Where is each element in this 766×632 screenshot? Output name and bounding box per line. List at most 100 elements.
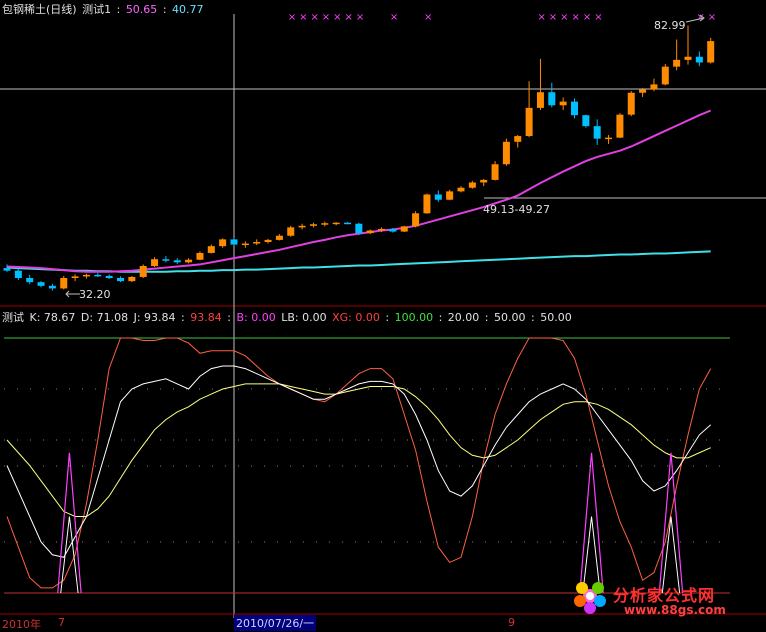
- signal-spike: [579, 452, 604, 594]
- candle-body: [684, 56, 692, 60]
- candle-body: [536, 92, 544, 108]
- signal-x-marker: ×: [356, 12, 364, 23]
- green-value: 100.00: [394, 311, 434, 324]
- red-value: 93.84: [190, 311, 222, 324]
- candle-body: [412, 213, 420, 227]
- candle-body: [400, 226, 408, 232]
- xg-value: XG: 0.00: [332, 311, 380, 324]
- candle-body: [219, 239, 227, 247]
- x-axis-month-7: 7: [58, 616, 65, 629]
- candle-body: [287, 227, 295, 236]
- separator: :: [162, 3, 167, 16]
- indicator-value-1: 50.65: [125, 3, 158, 16]
- candle-body: [60, 277, 68, 289]
- signal-x-marker: ×: [537, 12, 545, 23]
- candle-body: [491, 164, 499, 180]
- candle-body: [480, 179, 488, 183]
- candle-body: [582, 115, 590, 127]
- moving-average-long: [6, 250, 711, 273]
- candle-body: [162, 259, 170, 261]
- signal-x-marker: ×: [333, 12, 341, 23]
- watermark-url: www.88gs.com: [624, 603, 726, 617]
- candle-body: [230, 239, 238, 245]
- candle-body: [639, 89, 647, 93]
- candle-body: [673, 59, 681, 67]
- lb-value: LB: 0.00: [281, 311, 327, 324]
- candle-body: [423, 194, 431, 214]
- candle-body: [3, 268, 11, 271]
- d-value: D: 71.08: [80, 311, 129, 324]
- separator: :: [484, 311, 489, 324]
- kdj-title: 测试: [2, 311, 24, 324]
- candle-body: [48, 285, 56, 289]
- x-axis-cursor-date[interactable]: 2010/07/26/一: [234, 615, 317, 631]
- candle-body: [37, 282, 45, 286]
- candle-body: [434, 194, 442, 200]
- indicator-name: 测试1: [82, 3, 112, 16]
- level-50b: 50.00: [540, 311, 572, 324]
- ma-slow-line: [6, 109, 712, 273]
- signal-x-marker: ×: [708, 12, 716, 23]
- candle-body: [593, 126, 601, 139]
- kdj-j-line: [6, 337, 712, 589]
- candle-body: [105, 275, 113, 278]
- candle-body: [525, 107, 533, 137]
- candle-body: [355, 223, 363, 234]
- candle-body: [128, 276, 136, 282]
- signal-x-marker: ×: [322, 12, 330, 23]
- arrow-low-icon: [65, 290, 80, 298]
- candle-body: [117, 277, 124, 282]
- watermark-logo-icon: [574, 582, 606, 614]
- candle-body: [571, 101, 578, 116]
- candle-body: [241, 243, 249, 246]
- candle-body: [71, 276, 79, 278]
- k-value: K: 78.67: [29, 311, 76, 324]
- level-20: 20.00: [447, 311, 480, 324]
- signal-x-marker: ×: [583, 12, 591, 23]
- candle-body: [275, 235, 283, 240]
- candle-body: [605, 137, 613, 140]
- candle-body: [253, 241, 261, 244]
- candle-body: [378, 228, 386, 231]
- candle-body: [264, 239, 272, 242]
- candle-body: [707, 41, 715, 63]
- candle-body: [548, 92, 556, 106]
- candle-body: [26, 277, 34, 283]
- range-price-label: 49.13-49.27: [483, 203, 550, 216]
- signal-x-marker: ×: [345, 12, 353, 23]
- separator: :: [438, 311, 443, 324]
- signal-x-markers: × × × × × × × × × × × × × × × × ×: [288, 12, 716, 23]
- candle-body: [14, 270, 22, 278]
- separator: :: [227, 311, 231, 324]
- low-price-label: 32.20: [79, 288, 111, 301]
- separator: :: [385, 311, 390, 324]
- b-value: B: 0.00: [236, 311, 276, 324]
- candle-body: [389, 228, 397, 232]
- indicator-value-2: 40.77: [172, 3, 204, 16]
- signal-x-marker: ×: [549, 12, 557, 23]
- candle-body: [173, 260, 181, 263]
- candle-body: [366, 230, 374, 234]
- candle-body: [650, 84, 658, 90]
- candle-body: [321, 223, 329, 225]
- kdj-k-line: [6, 365, 712, 558]
- kdj-panel: [6, 337, 712, 594]
- candle-body: [695, 56, 703, 63]
- candle-body: [139, 265, 147, 277]
- candle-body: [457, 187, 465, 192]
- separator: :: [181, 311, 185, 324]
- candle-body: [616, 114, 624, 138]
- candle-body: [309, 224, 317, 226]
- candle-body: [502, 141, 510, 165]
- candle-body: [151, 259, 159, 266]
- candle-body: [82, 274, 90, 277]
- candle-body: [196, 252, 204, 260]
- signal-x-marker: ×: [288, 12, 296, 23]
- signal-x-marker: ×: [299, 12, 307, 23]
- candle-body: [661, 66, 669, 85]
- candle-body: [298, 225, 306, 228]
- candle-body: [446, 191, 454, 200]
- x-axis-month-9: 9: [508, 616, 515, 629]
- high-price-label: 82.99: [654, 19, 686, 32]
- candle-body: [207, 246, 215, 253]
